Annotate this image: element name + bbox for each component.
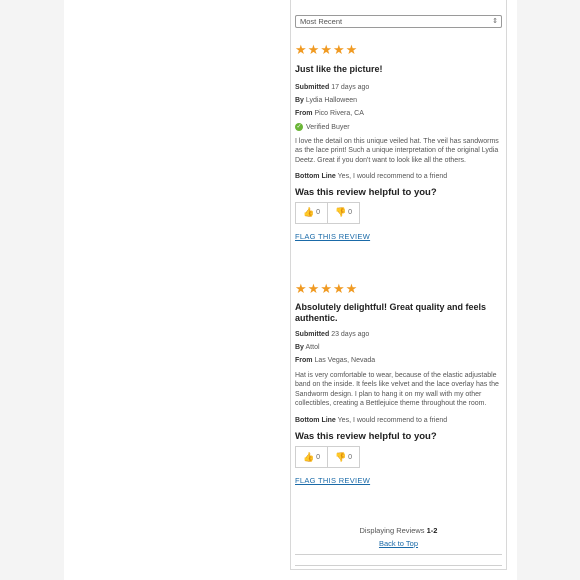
helpful-question: Was this review helpful to you? <box>295 186 437 198</box>
author-name: Attol <box>305 344 320 351</box>
review-location: From Las Vegas, Nevada <box>295 356 502 365</box>
review-location: From Pico Rivera, CA <box>295 109 502 118</box>
star-icon: ★ <box>345 42 358 57</box>
displaying-reviews: Displaying Reviews 1-2 <box>295 526 502 535</box>
thumbs-up-button[interactable]: 👍 0 <box>296 203 327 223</box>
review-author: By Lydia Halloween <box>295 96 502 105</box>
helpful-question: Was this review helpful to you? <box>295 431 437 443</box>
review-submitted: Submitted 17 days ago <box>295 83 502 92</box>
review-submitted: Submitted 23 days ago <box>295 330 502 339</box>
star-icon: ★ <box>307 42 320 57</box>
bottom-line: Bottom Line Yes, I would recommend to a … <box>295 173 502 180</box>
sort-select-value: Most Recent <box>300 17 343 26</box>
bottom-line: Bottom Line Yes, I would recommend to a … <box>295 417 502 424</box>
star-icon: ★ <box>320 281 332 296</box>
helpful-vote-group: 👍 0 👎 0 <box>295 201 360 224</box>
review-item: ★ ★ ★ ★ ★ Just like the picture! Submitt… <box>295 43 502 241</box>
pagination-info: Displaying Reviews 1-2 Back to Top <box>295 526 502 548</box>
verified-buyer-badge: ✓ Verified Buyer <box>295 123 502 131</box>
bottom-line-value: Yes, I would recommend to a friend <box>337 172 448 180</box>
thumbs-up-count: 0 <box>316 209 321 217</box>
thumbs-down-button[interactable]: 👎 0 <box>327 447 359 468</box>
submitted-value: 17 days ago <box>331 84 370 91</box>
star-rating: ★ ★ ★ ★ ★ <box>295 282 502 295</box>
by-label: By <box>295 97 304 104</box>
star-icon: ★ <box>345 281 358 296</box>
review-body: I love the detail on this unique veiled … <box>295 138 499 164</box>
from-label: From <box>295 357 313 364</box>
thumbs-down-icon: 👎 <box>334 451 347 462</box>
displaying-label: Displaying Reviews <box>359 526 425 535</box>
divider <box>295 565 502 566</box>
verified-label: Verified Buyer <box>306 123 350 131</box>
from-label: From <box>295 110 313 117</box>
review-body: Hat is very comfortable to wear, because… <box>295 372 499 407</box>
check-icon: ✓ <box>295 123 303 131</box>
review-title: Just like the picture! <box>295 64 383 74</box>
review-author: By Attol <box>295 343 502 352</box>
submitted-label: Submitted <box>295 84 330 91</box>
thumbs-up-button[interactable]: 👍 0 <box>296 447 327 467</box>
location-value: Las Vegas, Nevada <box>314 357 376 364</box>
displaying-range: 1-2 <box>426 526 438 535</box>
thumbs-down-icon: 👎 <box>334 207 347 218</box>
star-icon: ★ <box>332 281 345 296</box>
sort-select[interactable]: Most Recent ⇕ <box>295 15 502 28</box>
helpful-vote-group: 👍 0 👎 0 <box>295 446 360 469</box>
thumbs-down-count: 0 <box>348 453 353 461</box>
by-label: By <box>295 344 304 351</box>
star-icon: ★ <box>320 42 332 57</box>
thumbs-up-icon: 👍 <box>302 207 315 218</box>
thumbs-down-count: 0 <box>348 209 353 217</box>
author-name: Lydia Halloween <box>305 97 358 104</box>
star-icon: ★ <box>307 281 320 296</box>
bottom-line-label: Bottom Line <box>295 417 336 425</box>
bottom-line-value: Yes, I would recommend to a friend <box>337 417 448 425</box>
submitted-label: Submitted <box>295 331 330 338</box>
bottom-line-label: Bottom Line <box>295 172 336 180</box>
flag-review-link[interactable]: FLAG THIS REVIEW <box>295 476 502 485</box>
review-title: Absolutely delightful! Great quality and… <box>295 302 487 323</box>
thumbs-up-count: 0 <box>316 453 321 461</box>
star-icon: ★ <box>332 42 345 57</box>
review-item: ★ ★ ★ ★ ★ Absolutely delightful! Great q… <box>295 282 502 485</box>
thumbs-down-button[interactable]: 👎 0 <box>327 202 359 223</box>
flag-review-link[interactable]: FLAG THIS REVIEW <box>295 232 502 241</box>
star-icon: ★ <box>295 42 307 57</box>
back-to-top-link[interactable]: Back to Top <box>295 539 502 548</box>
star-icon: ★ <box>295 281 307 296</box>
divider <box>295 554 502 555</box>
star-rating: ★ ★ ★ ★ ★ <box>295 43 502 56</box>
chevron-updown-icon: ⇕ <box>492 18 498 25</box>
location-value: Pico Rivera, CA <box>314 110 364 117</box>
thumbs-up-icon: 👍 <box>302 451 315 462</box>
submitted-value: 23 days ago <box>331 331 370 338</box>
